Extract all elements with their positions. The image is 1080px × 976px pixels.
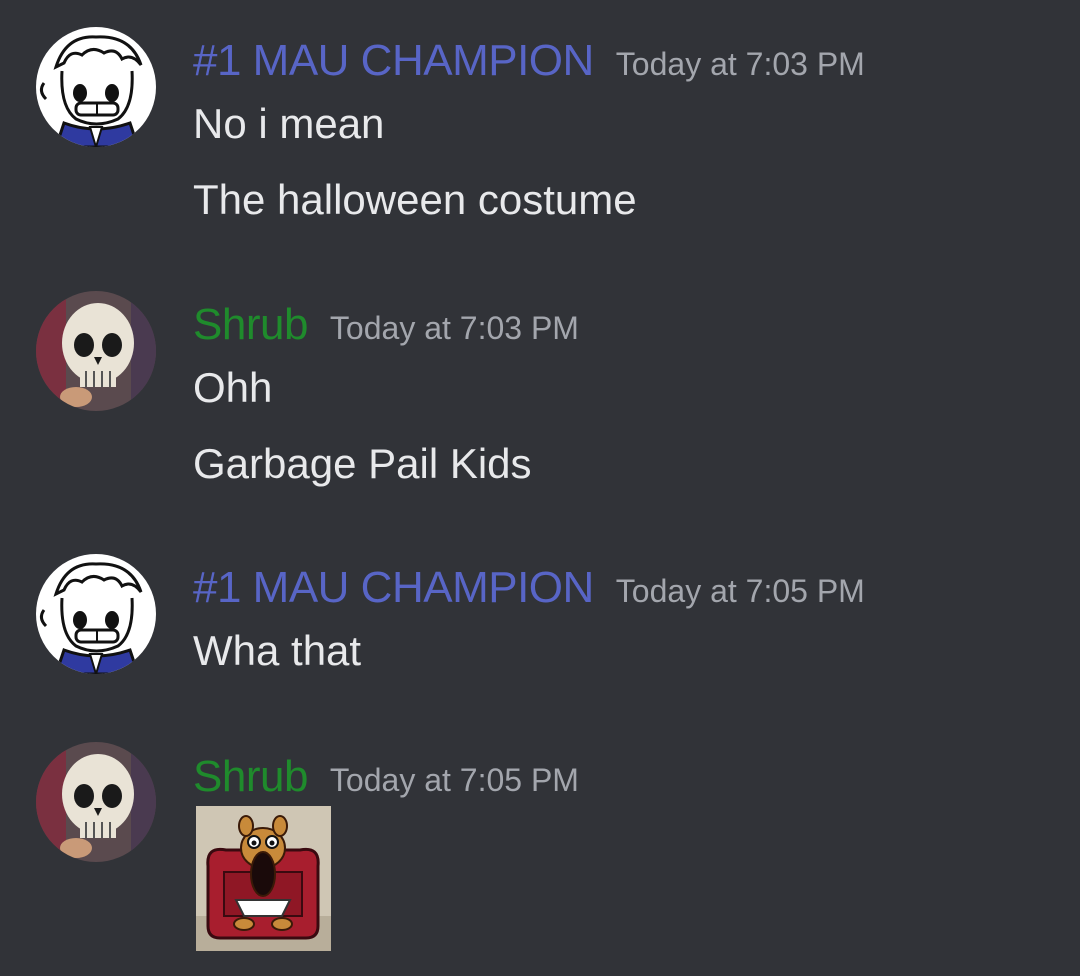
message-text: No i mean: [193, 100, 385, 147]
cartoon-character-avatar-icon: [36, 27, 156, 147]
message-text: The halloween costume: [193, 176, 637, 223]
message-header: Shrub Today at 7:05 PM: [193, 752, 579, 802]
skull-avatar-icon: [36, 742, 156, 862]
message-header: Shrub Today at 7:03 PM: [193, 300, 579, 350]
shrub-avatar[interactable]: [36, 742, 156, 862]
cartoon-character-avatar-icon: [36, 554, 156, 674]
message-text: Ohh: [193, 364, 273, 411]
skull-avatar-icon: [36, 291, 156, 411]
username[interactable]: #1 MAU CHAMPION: [193, 36, 594, 85]
chat-messages: #1 MAU CHAMPION Today at 7:03 PM No i mea…: [0, 0, 1080, 976]
timestamp[interactable]: Today at 7:05 PM: [616, 573, 865, 609]
timestamp[interactable]: Today at 7:03 PM: [330, 310, 579, 346]
shrub-avatar[interactable]: [36, 291, 156, 411]
timestamp[interactable]: Today at 7:03 PM: [616, 46, 865, 82]
message-text: Wha that: [193, 627, 362, 674]
cartoon-dog-armchair-image: [196, 806, 331, 951]
username[interactable]: #1 MAU CHAMPION: [193, 563, 594, 612]
image-attachment[interactable]: [196, 806, 331, 951]
champion-avatar[interactable]: [36, 554, 156, 674]
username[interactable]: Shrub: [193, 300, 308, 349]
message-header: #1 MAU CHAMPION Today at 7:03 PM: [193, 36, 865, 86]
champion-avatar[interactable]: [36, 27, 156, 147]
message-text: Garbage Pail Kids: [193, 440, 532, 487]
message-header: #1 MAU CHAMPION Today at 7:05 PM: [193, 563, 865, 613]
username[interactable]: Shrub: [193, 752, 308, 801]
timestamp[interactable]: Today at 7:05 PM: [330, 762, 579, 798]
